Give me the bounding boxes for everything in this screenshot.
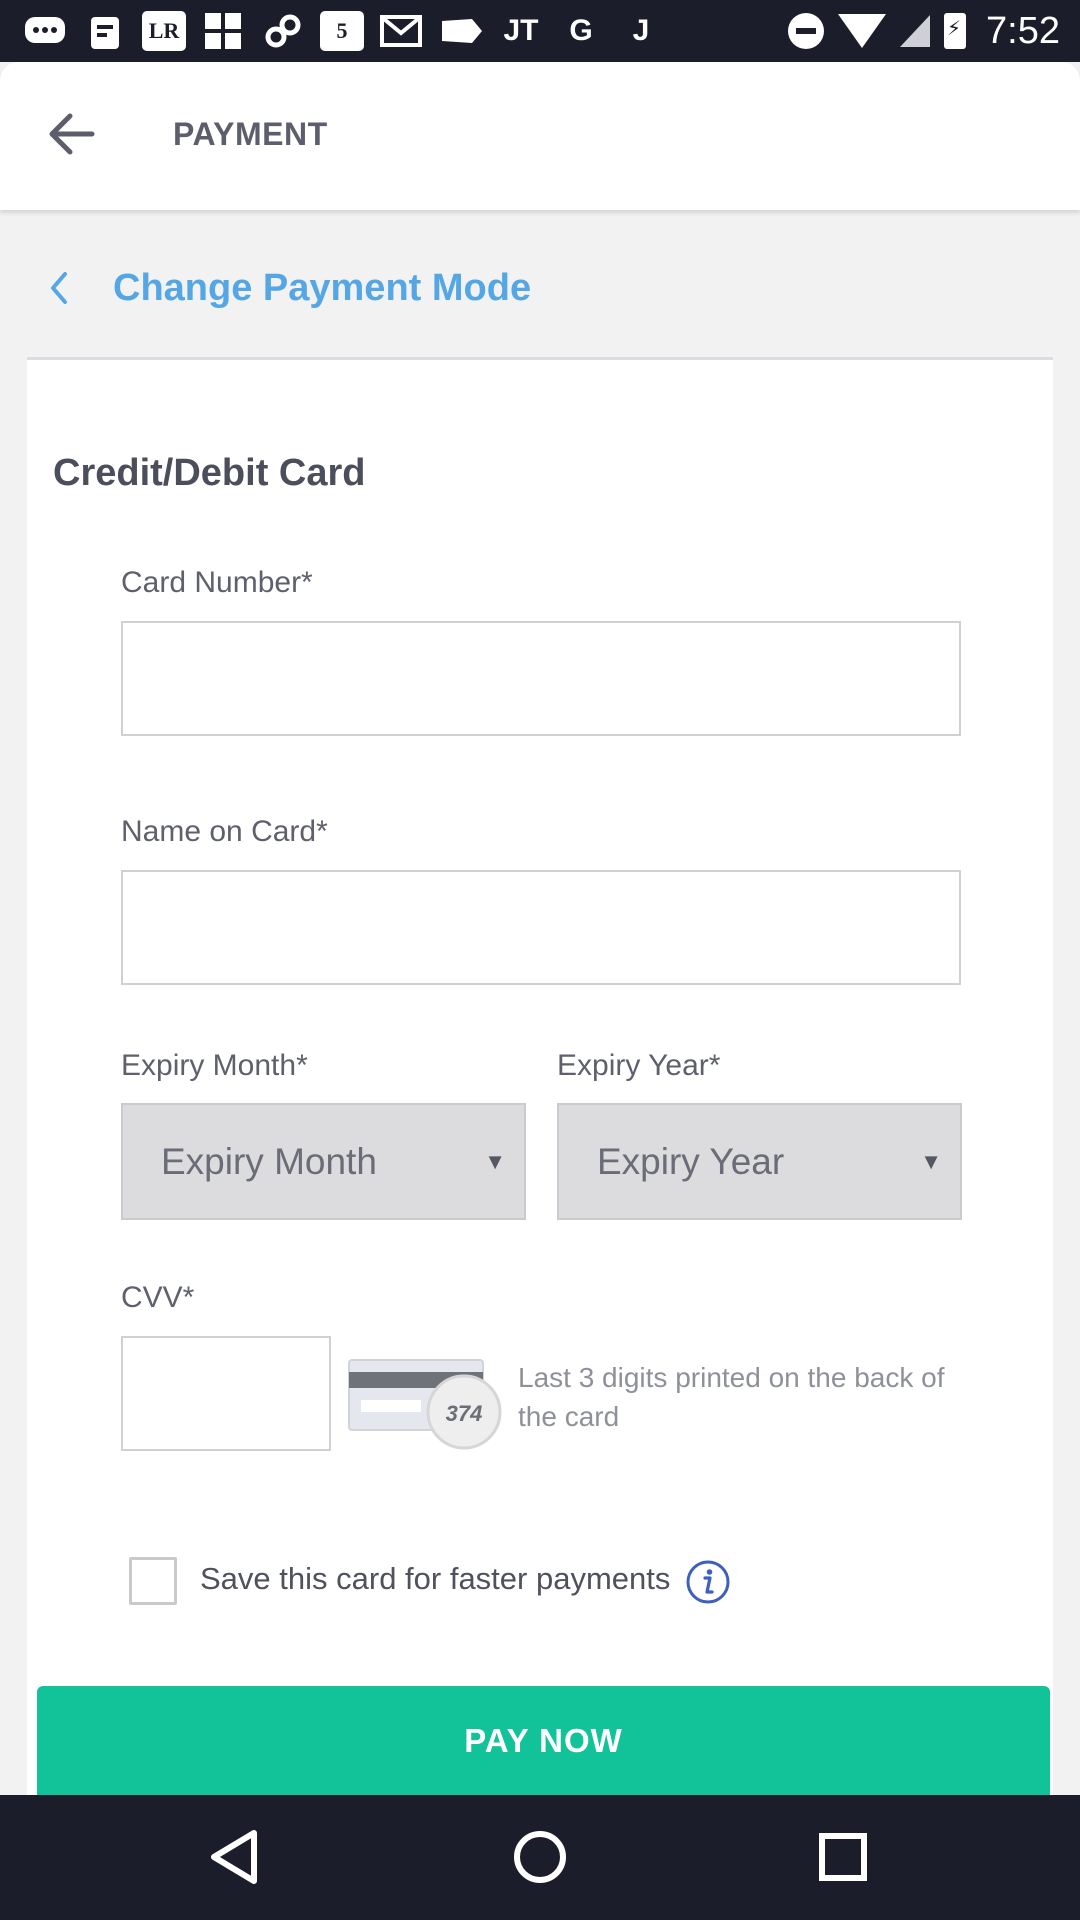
card-form-panel: Credit/Debit Card Card Number* Name on C… xyxy=(27,357,1053,1800)
info-icon[interactable] xyxy=(685,1559,731,1605)
status-bar-system-icons: 7:52 xyxy=(788,8,1060,54)
cvv-sample-digits: 374 xyxy=(446,1401,483,1426)
system-nav-bar xyxy=(0,1795,1080,1920)
card-number-input[interactable] xyxy=(121,621,961,736)
j-icon: J xyxy=(632,14,650,47)
battery-charging-icon xyxy=(944,13,967,49)
five-icon: 5 xyxy=(320,11,364,51)
nav-home-icon[interactable] xyxy=(500,1817,580,1897)
expiry-year-select[interactable]: Expiry Year ▼ xyxy=(557,1103,962,1220)
google-icon: G xyxy=(569,14,593,47)
tag-icon xyxy=(438,11,484,51)
expiry-month-selected: Expiry Month xyxy=(161,1140,377,1182)
status-bar-notification-icons: LR 5 JT G J xyxy=(22,8,664,54)
expiry-month-select[interactable]: Expiry Month ▼ xyxy=(121,1103,526,1220)
message-icon xyxy=(22,11,68,51)
gmail-icon xyxy=(378,11,424,51)
nav-recents-icon[interactable] xyxy=(803,1817,883,1897)
card-back-cvv-icon: 374 xyxy=(348,1359,502,1450)
do-not-disturb-icon xyxy=(788,13,825,49)
dropdown-arrow-icon: ▼ xyxy=(920,1148,942,1174)
expiry-year-label: Expiry Year* xyxy=(557,1049,721,1082)
card-form-title: Credit/Debit Card xyxy=(53,452,366,494)
expiry-month-label: Expiry Month* xyxy=(121,1049,308,1082)
link-icon xyxy=(260,11,306,51)
back-button[interactable] xyxy=(44,106,100,162)
app-bar: PAYMENT xyxy=(0,62,1080,210)
status-time: 7:52 xyxy=(986,9,1060,52)
save-card-label: Save this card for faster payments xyxy=(200,1561,671,1596)
cvv-input[interactable] xyxy=(121,1336,331,1451)
jt-icon: JT xyxy=(503,14,539,47)
lr-icon: LR xyxy=(142,11,186,51)
page-title: PAYMENT xyxy=(173,116,328,152)
pay-now-button[interactable]: PAY NOW xyxy=(37,1686,1050,1796)
wifi-icon xyxy=(838,14,887,48)
notification-icon xyxy=(82,11,128,51)
chevron-left-icon xyxy=(51,272,67,304)
grid-icon xyxy=(200,11,246,51)
nav-back-icon[interactable] xyxy=(196,1817,276,1897)
dropdown-arrow-icon: ▼ xyxy=(484,1148,506,1174)
expiry-year-selected: Expiry Year xyxy=(597,1140,785,1182)
status-bar: LR 5 JT G J 7:52 xyxy=(0,0,1080,62)
cvv-hint: Last 3 digits printed on the back of the… xyxy=(518,1362,945,1432)
name-on-card-input[interactable] xyxy=(121,870,961,985)
change-payment-mode-label: Change Payment Mode xyxy=(113,266,532,309)
name-on-card-label: Name on Card* xyxy=(121,815,328,848)
cellular-signal-icon xyxy=(900,15,931,47)
card-number-label: Card Number* xyxy=(121,566,313,599)
save-card-checkbox[interactable] xyxy=(129,1557,177,1605)
arrow-left-icon xyxy=(49,113,95,155)
cvv-label: CVV* xyxy=(121,1281,195,1314)
change-payment-mode-link[interactable]: Change Payment Mode xyxy=(27,218,1053,358)
